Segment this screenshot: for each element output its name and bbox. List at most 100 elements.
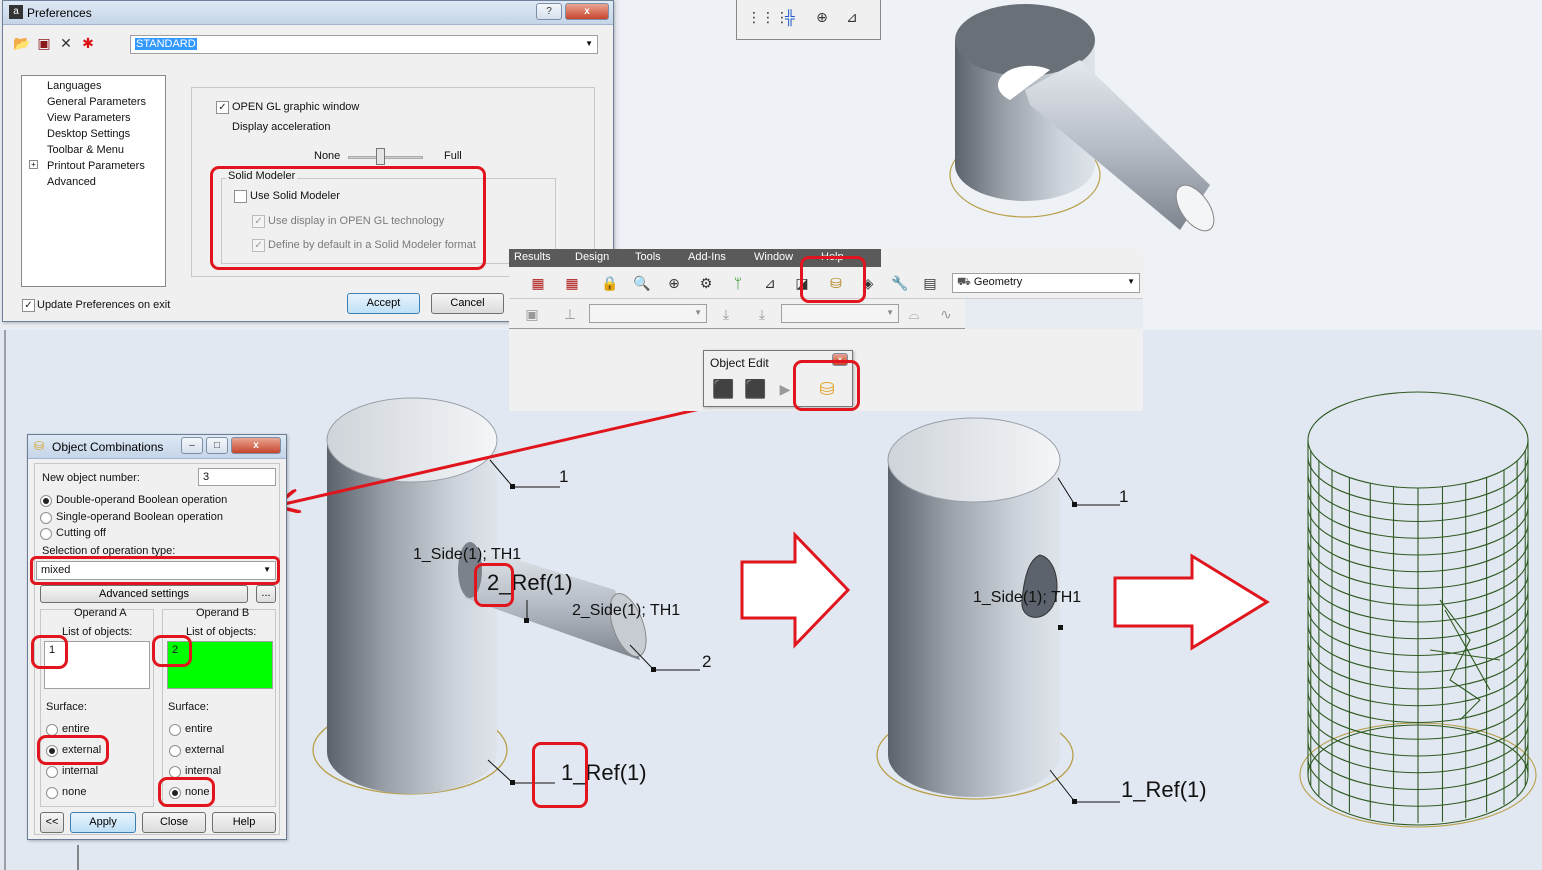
b-external-label: external	[185, 744, 225, 756]
calendar-icon[interactable]: ▦	[561, 272, 583, 294]
cancel-button[interactable]: Cancel	[431, 293, 504, 314]
radio-b-external[interactable]	[169, 745, 181, 757]
node-icon[interactable]: ⊕	[811, 6, 833, 28]
preferences-title: Preferences	[27, 6, 92, 20]
slider-max-label: Full	[444, 150, 462, 162]
dimension-icon[interactable]: ⊿	[841, 6, 863, 28]
open-gl-label: OPEN GL graphic window	[232, 101, 360, 113]
tree-item-printout-parameters[interactable]: Printout Parameters	[47, 160, 145, 172]
load-icon[interactable]: ⤓	[715, 303, 737, 325]
minimize-button[interactable]: –	[181, 437, 203, 454]
a-internal-label: internal	[62, 765, 99, 777]
new-object-label: New object number:	[42, 472, 140, 484]
back-button[interactable]: <<	[40, 812, 64, 833]
reset-icon[interactable]: ✱	[77, 32, 99, 54]
structure-icon[interactable]: ⚙	[695, 272, 717, 294]
single-operand-label: Single-operand Boolean operation	[56, 511, 223, 523]
update-prefs-checkbox[interactable]: ✓	[22, 299, 35, 312]
help-button[interactable]: Help	[212, 812, 276, 833]
table-icon[interactable]: ▦	[527, 272, 549, 294]
target-icon[interactable]: ⊕	[663, 272, 685, 294]
ellipsis-button[interactable]: ...	[256, 585, 276, 603]
radio-double-operand[interactable]	[40, 495, 52, 507]
preferences-titlebar: a Preferences ? x	[3, 1, 613, 25]
object-combinations-dialog: ⛁ Object Combinations – □ x New object n…	[27, 434, 287, 840]
zoom-icon[interactable]: 🔍	[631, 272, 653, 294]
wave-icon[interactable]: ∿	[935, 303, 957, 325]
snap-toolbar: ⋮⋮⋮ ╬ ⊕ ⊿	[736, 0, 881, 40]
case-combo[interactable]: ▼	[589, 304, 707, 323]
toolbar-empty-area	[965, 299, 1143, 329]
radio-a-internal[interactable]	[46, 766, 58, 778]
list-b-label: List of objects:	[186, 626, 257, 638]
surface-b-label: Surface:	[168, 701, 209, 713]
radio-b-entire[interactable]	[169, 724, 181, 736]
mid-label-1: 1	[1119, 487, 1129, 506]
close-button[interactable]: x	[231, 437, 281, 454]
tree-item-general-parameters[interactable]: General Parameters	[47, 96, 146, 108]
menu-design[interactable]: Design	[575, 251, 609, 263]
grid-icon[interactable]: ⋮⋮⋮	[747, 6, 789, 28]
report-icon[interactable]: ▤	[919, 272, 941, 294]
highlight-operation-type	[30, 556, 280, 585]
highlight-list-b	[152, 635, 192, 667]
new-object-input[interactable]: 3	[198, 468, 276, 486]
radio-cutting-off[interactable]	[40, 528, 52, 540]
menu-add-ins[interactable]: Add-Ins	[688, 251, 726, 263]
b-entire-label: entire	[185, 723, 213, 735]
support-icon[interactable]: ⊥	[559, 303, 581, 325]
expand-icon[interactable]: +	[29, 160, 38, 169]
preset-combo[interactable]: STANDARD ▼	[130, 35, 598, 54]
menu-tools[interactable]: Tools	[635, 251, 661, 263]
save-icon[interactable]: ▣	[33, 32, 55, 54]
radio-single-operand[interactable]	[40, 512, 52, 524]
wrench-icon[interactable]: 🔧	[889, 272, 911, 294]
tree-item-desktop-settings[interactable]: Desktop Settings	[47, 128, 130, 140]
open-icon[interactable]: 📂	[11, 32, 33, 54]
advanced-settings-button[interactable]: Advanced settings	[40, 585, 248, 603]
label-2-side: 2_Side(1); TH1	[572, 602, 681, 619]
tree-item-languages[interactable]: Languages	[47, 80, 101, 92]
radio-a-none[interactable]	[46, 787, 58, 799]
car-icon: ⛟	[957, 276, 974, 288]
apply-button[interactable]: Apply	[70, 812, 136, 833]
accept-button[interactable]: Accept	[347, 293, 420, 314]
operand-a-label: Operand A	[74, 607, 127, 619]
deform-icon[interactable]: ⌓	[903, 303, 925, 325]
combinations-title: Object Combinations	[52, 440, 164, 454]
menu-window[interactable]: Window	[754, 251, 793, 263]
object-edit-title: Object Edit	[710, 356, 769, 370]
mid-label-ref: 1_Ref(1)	[1121, 777, 1207, 802]
surface-a-label: Surface:	[46, 701, 87, 713]
update-prefs-label: Update Preferences on exit	[37, 299, 171, 311]
layout-combo[interactable]: ⛟ Geometry ▼	[952, 273, 1140, 293]
maximize-button[interactable]: □	[206, 437, 228, 454]
result-combo[interactable]: ▼	[781, 304, 899, 323]
highlight-toolbar-icon	[800, 256, 866, 303]
highlight-2-ref	[474, 563, 514, 607]
revolve-icon[interactable]: ⬛	[744, 378, 766, 400]
help-button[interactable]: ?	[536, 3, 562, 20]
accel-slider-track[interactable]	[348, 156, 423, 159]
tree-item-view-parameters[interactable]: View Parameters	[47, 112, 131, 124]
close-dialog-button[interactable]: Close	[142, 812, 206, 833]
tree-item-toolbar-menu[interactable]: Toolbar & Menu	[47, 144, 124, 156]
case-icon[interactable]: ▣	[521, 303, 543, 325]
slider-min-label: None	[314, 150, 341, 162]
menu-results[interactable]: Results	[514, 251, 551, 263]
accel-slider-thumb[interactable]	[376, 148, 385, 165]
lock-icon[interactable]: 🔒	[599, 272, 621, 294]
branch-icon[interactable]: ᛘ	[727, 272, 749, 294]
extrude-icon[interactable]: ⬛	[712, 378, 734, 400]
open-gl-checkbox[interactable]: ✓	[216, 101, 229, 114]
display-accel-label: Display acceleration	[232, 121, 331, 133]
combinations-titlebar: ⛁ Object Combinations – □ x	[28, 435, 286, 459]
result-icon[interactable]: ⤓	[751, 303, 773, 325]
label-1-top: 1	[559, 467, 569, 486]
close-button[interactable]: x	[565, 3, 609, 20]
delete-icon[interactable]: ✕	[55, 32, 77, 54]
label-1-side: 1_Side(1); TH1	[413, 546, 522, 563]
axes-icon[interactable]: ╬	[779, 6, 801, 28]
tree-item-advanced[interactable]: Advanced	[47, 176, 96, 188]
measure-icon[interactable]: ⊿	[759, 272, 781, 294]
